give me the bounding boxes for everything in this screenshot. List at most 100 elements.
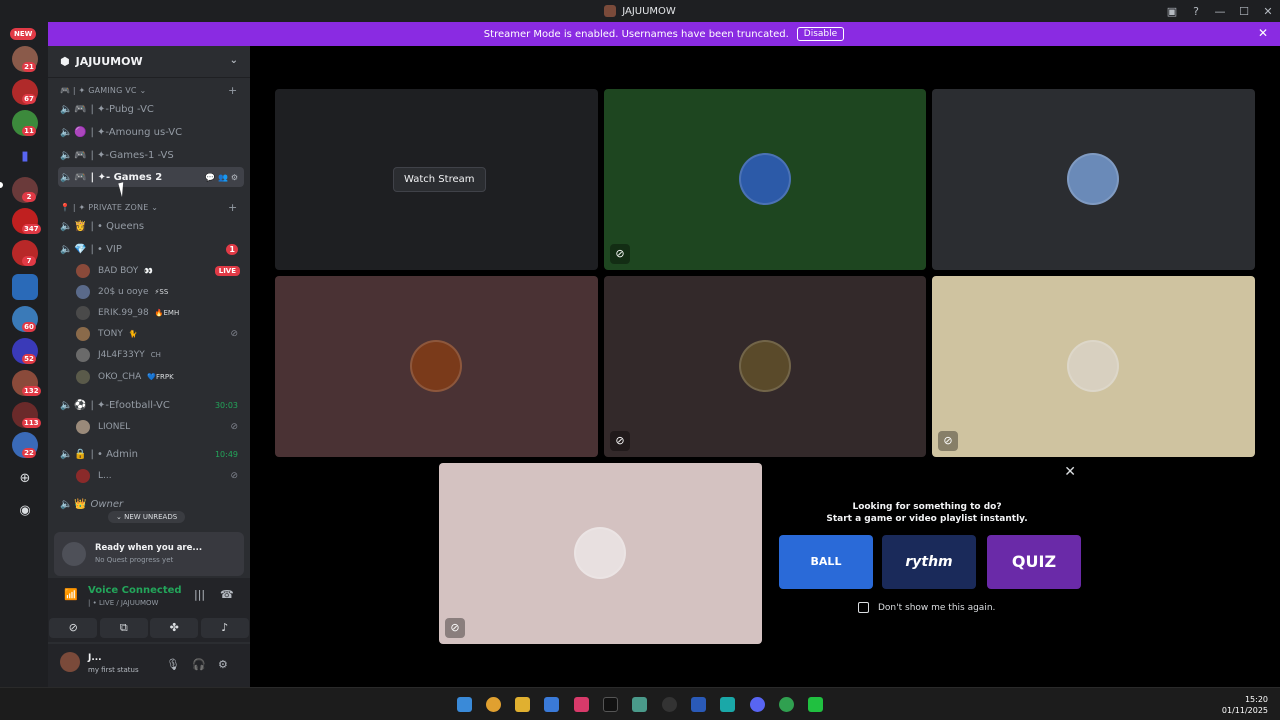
voice-status[interactable]: Voice Connected (88, 585, 182, 596)
channel-efootball[interactable]: 🔈 ⚽ | ✦-Efootball-VC 30:03 (58, 395, 244, 415)
activities-icon[interactable]: ✤ (150, 618, 199, 638)
add-server-icon[interactable]: ⊕ (12, 466, 38, 492)
signal-icon[interactable]: 📶 (64, 588, 78, 601)
windows-start-icon[interactable] (457, 697, 472, 712)
member-item[interactable]: L... ⊘ (76, 466, 242, 486)
close-window-button[interactable]: ✕ (1256, 5, 1280, 18)
stream-tile[interactable]: Watch Stream (275, 89, 598, 270)
quest-card[interactable]: Ready when you are... No Quest progress … (54, 532, 244, 576)
speaker-icon: 🔈 (60, 149, 73, 161)
disable-button[interactable]: Disable (796, 27, 845, 41)
window-title: JAJUUMOW (622, 5, 676, 17)
username[interactable]: J... (88, 653, 102, 663)
inbox-icon[interactable]: ▣ (1160, 5, 1184, 18)
channel-settings-icons[interactable]: 💬 👥 ⚙ (205, 173, 238, 182)
title-bar: JAJUUMOW ▣ ? — ☐ ✕ (0, 0, 1280, 22)
channel-admin[interactable]: 🔈 🔒 | • Admin 10:49 (58, 444, 244, 464)
new-unreads-pill[interactable]: ⌄ NEW UNREADS (108, 511, 186, 523)
close-banner-icon[interactable]: ✕ (1258, 26, 1268, 40)
game-card-quiz[interactable]: QUIZ (987, 535, 1081, 589)
participant-tile[interactable]: ⊘ (932, 276, 1255, 457)
channel-sidebar: ⬢ JAJUUMOW ⌄ 🎮 | ✦ GAMING VC ⌄ + 🔈 🎮 | ✦-P… (48, 46, 250, 687)
add-channel-icon[interactable]: + (228, 201, 237, 214)
disconnect-icon[interactable]: ☎ (220, 588, 234, 601)
member-item[interactable]: OKO_CHA 💙FRPK (76, 367, 242, 387)
dont-show-checkbox[interactable]: Don't show me this again. (858, 602, 995, 613)
app-icon[interactable] (808, 697, 823, 712)
member-item[interactable]: TONY 🐈 ⊘ (76, 324, 242, 344)
server-header[interactable]: ⬢ JAJUUMOW ⌄ (48, 46, 250, 78)
edge-icon[interactable] (720, 697, 735, 712)
server-name: JAJUUMOW (75, 55, 143, 68)
member-item[interactable]: 20$ u ooye ⚡SS (76, 282, 242, 302)
server-badge-icon: ⬢ (60, 55, 70, 68)
discover-icon[interactable]: ◉ (12, 498, 38, 524)
noise-suppression-icon[interactable]: ||| (194, 588, 205, 601)
folder-icon[interactable] (515, 697, 530, 712)
store-icon[interactable] (544, 697, 559, 712)
avatar[interactable] (60, 652, 80, 672)
soundboard-icon[interactable]: ♪ (200, 618, 249, 638)
quest-subtitle: No Quest progress yet (95, 556, 174, 564)
user-status[interactable]: my first status (88, 666, 139, 674)
game-card-rythm[interactable]: rythm (882, 535, 976, 589)
maximize-button[interactable]: ☐ (1232, 5, 1256, 18)
voice-channel[interactable]: | • LIVE / JAJUUMOW (88, 599, 158, 607)
mention-badge: 21 (22, 62, 36, 72)
participant-tile[interactable]: ⊘ (604, 89, 926, 270)
watch-stream-button[interactable]: Watch Stream (393, 167, 486, 192)
add-channel-icon[interactable]: + (228, 84, 237, 97)
participant-tile[interactable] (275, 276, 598, 457)
clock[interactable]: 15:20 01/11/2025 (1222, 694, 1268, 716)
member-item[interactable]: BAD BOY 👀 LIVE (76, 261, 242, 281)
openai-icon[interactable] (662, 697, 677, 712)
app-icon[interactable] (691, 697, 706, 712)
ball-icon: ⚽ (74, 399, 87, 411)
channel-vip[interactable]: 🔈 💎 | • VIP 1 (58, 239, 244, 259)
avatar (76, 348, 90, 362)
channel-amongus[interactable]: 🔈 🟣 | ✦-Amoung us-VC (58, 122, 244, 142)
category-private[interactable]: 📍 | ✦ PRIVATE ZONE ⌄ + (60, 201, 237, 214)
server-icon[interactable] (12, 274, 38, 300)
checkbox-icon[interactable] (858, 602, 869, 613)
app-icon[interactable] (574, 697, 589, 712)
headphones-icon[interactable]: 🎧 (192, 658, 206, 671)
mention-badge: 132 (22, 386, 41, 396)
category-gaming[interactable]: 🎮 | ✦ GAMING VC ⌄ + (60, 84, 237, 97)
folder-icon[interactable]: ▮ (12, 144, 38, 170)
tiktok-icon[interactable] (603, 697, 618, 712)
avatar (574, 527, 626, 579)
chrome-icon[interactable] (779, 697, 794, 712)
member-item[interactable]: LIONEL ⊘ (76, 417, 242, 437)
muted-icon: ⊘ (610, 244, 630, 264)
minimize-button[interactable]: — (1208, 5, 1232, 18)
camera-off-icon[interactable]: ⊘ (49, 618, 98, 638)
channel-pubg[interactable]: 🔈 🎮 | ✦-Pubg -VC (58, 99, 244, 119)
new-badge: NEW (10, 28, 37, 40)
controller-icon: 🎮 (74, 149, 87, 161)
game-card-ball[interactable]: BALL (779, 535, 873, 589)
screen-share-icon[interactable]: ⧉ (99, 618, 148, 638)
avatar (739, 340, 791, 392)
avatar (76, 264, 90, 278)
channel-queens[interactable]: 🔈 👸 | • Queens (58, 216, 244, 236)
microphone-icon[interactable]: 🎙 (166, 658, 180, 671)
avatar (76, 285, 90, 299)
speaker-icon: 🔈 (60, 243, 73, 255)
participant-tile[interactable]: ⊘ (604, 276, 926, 457)
member-item[interactable]: ERIK.99_98 🔥EMH (76, 303, 242, 323)
participant-tile[interactable] (932, 89, 1255, 270)
channel-games-2[interactable]: 🔈 🎮 | ✦- Games 2 💬 👥 ⚙ (58, 167, 244, 187)
member-item[interactable]: J4L4F33YY CH (76, 345, 242, 365)
gear-icon[interactable]: ⚙ (218, 658, 228, 671)
banner-text: Streamer Mode is enabled. Usernames have… (483, 28, 789, 40)
mention-badge: 22 (22, 448, 36, 458)
activity-subtitle: Start a game or video playlist instantly… (826, 514, 1028, 524)
channel-games-1[interactable]: 🔈 🎮 | ✦-Games-1 -VS (58, 145, 244, 165)
close-icon[interactable]: ✕ (1064, 464, 1076, 480)
participant-tile[interactable]: ⊘ (439, 463, 762, 644)
chrome-icon[interactable] (486, 697, 501, 712)
discord-icon[interactable] (750, 697, 765, 712)
app-icon[interactable] (632, 697, 647, 712)
help-icon[interactable]: ? (1184, 5, 1208, 18)
